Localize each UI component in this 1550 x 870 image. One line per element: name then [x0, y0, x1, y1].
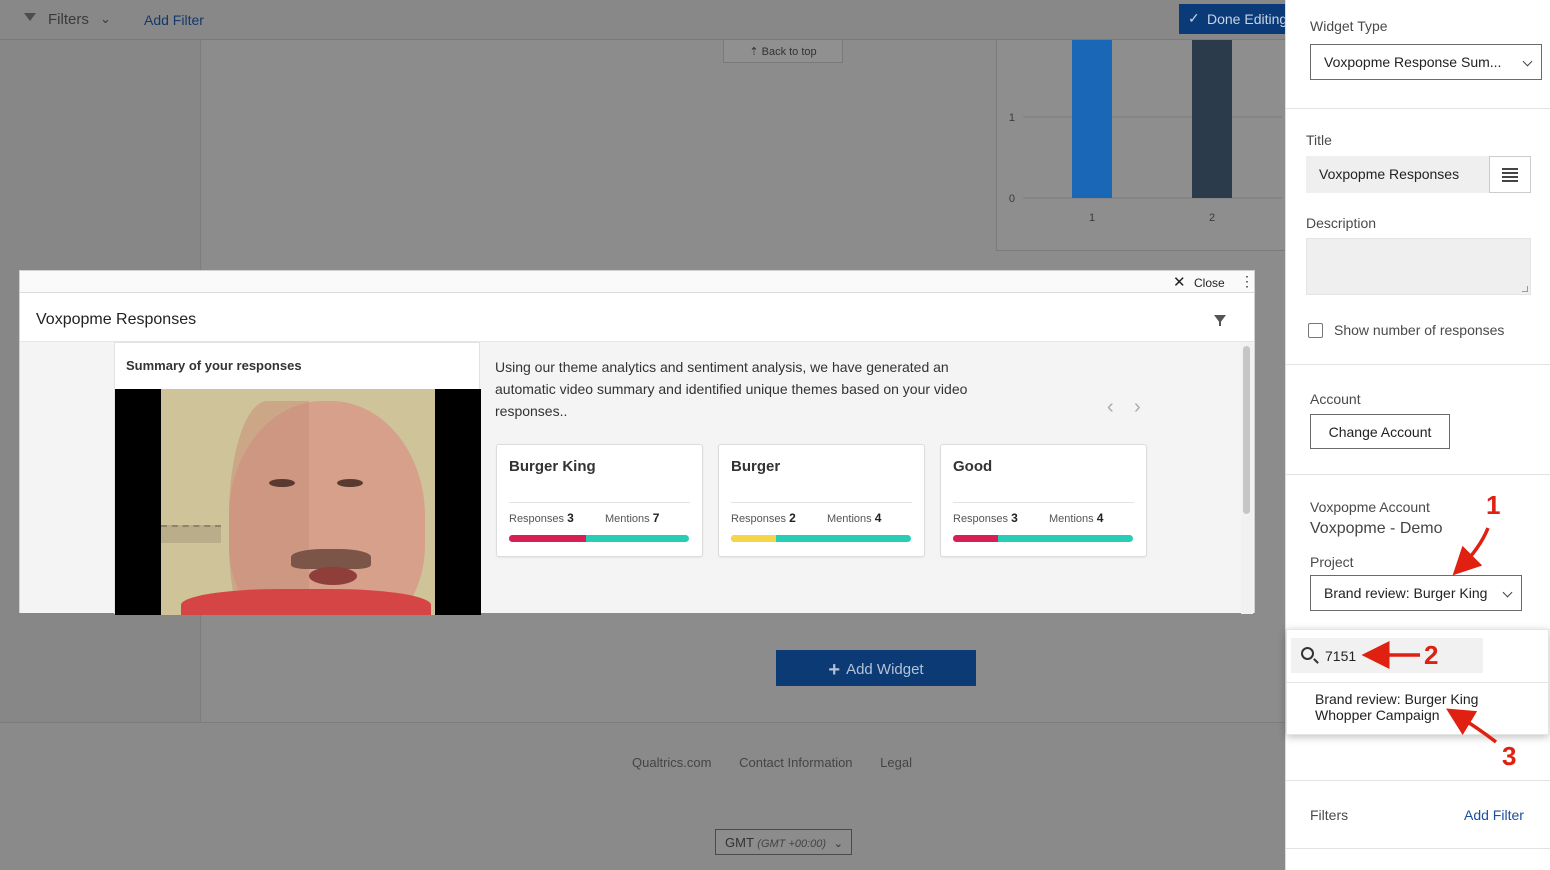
annotation-arrow-3: [1446, 708, 1498, 744]
annotation-number-1: 1: [1486, 490, 1501, 520]
annotation-arrow-1: [1452, 527, 1490, 576]
annotation-number-2: 2: [1424, 640, 1439, 670]
annotation-arrows: [1361, 527, 1498, 744]
annotation-number-3: 3: [1502, 741, 1517, 771]
